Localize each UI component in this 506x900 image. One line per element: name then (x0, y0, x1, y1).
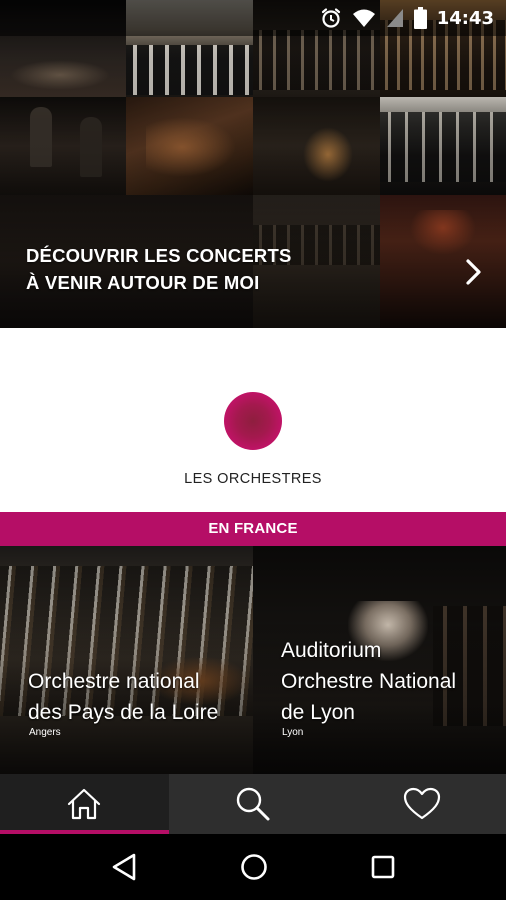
home-icon (68, 788, 101, 820)
orchestres-logo (224, 392, 282, 450)
orchestra-list: Orchestre national des Pays de la Loire … (0, 546, 506, 774)
battery-icon (413, 7, 427, 29)
back-icon[interactable] (111, 853, 137, 881)
orchestra-card-pays-de-la-loire[interactable]: Orchestre national des Pays de la Loire … (0, 546, 253, 774)
orchestra-city: Angers (29, 727, 61, 738)
status-time: 14:43 (436, 7, 494, 29)
orchestra-name: Auditorium Orchestre National de Lyon (281, 635, 501, 728)
orchestra-name-line: Orchestre National (281, 670, 457, 693)
status-bar: 14:43 (0, 0, 506, 36)
bottom-tab-bar (0, 774, 506, 834)
orchestra-name-line: de Lyon (281, 701, 355, 724)
tab-search[interactable] (169, 774, 338, 834)
home-circle-icon[interactable] (240, 853, 268, 881)
alarm-icon (321, 8, 340, 28)
orchestra-name-line: Auditorium (281, 639, 382, 662)
system-navigation-bar (0, 834, 506, 900)
orchestra-name-line: des Pays de la Loire (28, 701, 219, 724)
region-header: EN FRANCE (0, 512, 506, 546)
banner-title-line: À VENIR AUTOUR DE MOI (26, 272, 260, 293)
section-title: LES ORCHESTRES (184, 471, 322, 487)
signal-icon (386, 9, 403, 27)
banner-title-line: DÉCOUVRIR LES CONCERTS (26, 245, 292, 266)
banner-title: DÉCOUVRIR LES CONCERTS À VENIR AUTOUR DE… (26, 242, 386, 296)
orchestra-name: Orchestre national des Pays de la Loire (28, 666, 248, 728)
orchestra-card-lyon[interactable]: Auditorium Orchestre National de Lyon Ly… (253, 546, 506, 774)
search-icon (236, 787, 270, 821)
chevron-right-icon[interactable] (462, 258, 486, 286)
recents-icon[interactable] (371, 855, 395, 879)
heart-icon (403, 787, 440, 820)
orchestra-name-line: Orchestre national (28, 670, 200, 693)
tab-favorites[interactable] (337, 774, 506, 834)
tab-home[interactable] (0, 774, 169, 834)
orchestras-section: LES ORCHESTRES (0, 328, 506, 512)
card-overlay (0, 546, 253, 774)
nearby-concerts-banner[interactable]: DÉCOUVRIR LES CONCERTS À VENIR AUTOUR DE… (0, 0, 506, 328)
orchestra-city: Lyon (282, 727, 304, 738)
wifi-icon (352, 9, 375, 27)
